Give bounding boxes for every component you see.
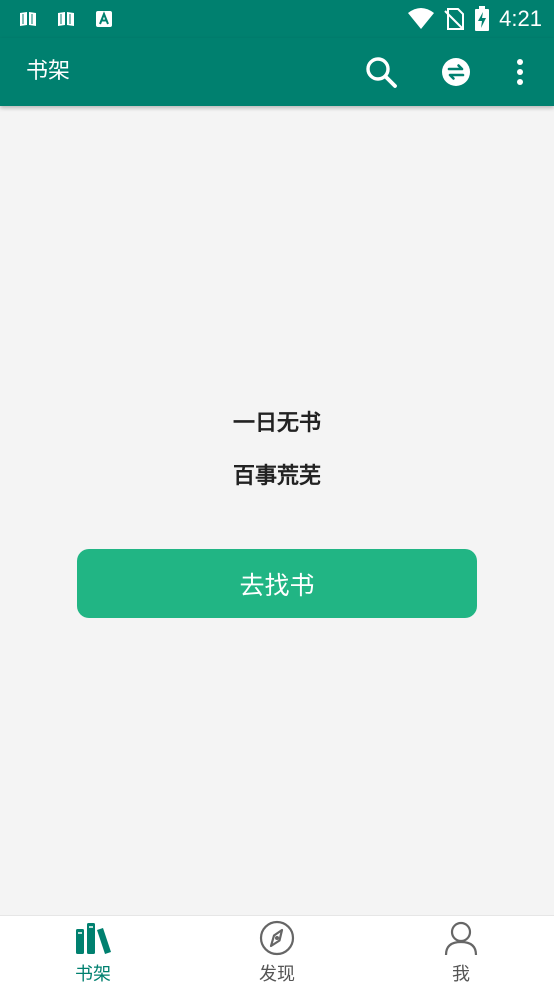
- find-books-label: 去找书: [239, 570, 315, 600]
- empty-state-line-1: 一日无书: [232, 411, 321, 436]
- nav-label-bookshelf: 书架: [75, 964, 111, 985]
- app-bar: 书架: [0, 38, 554, 106]
- nav-item-me[interactable]: 我: [401, 916, 521, 986]
- nav-item-bookshelf[interactable]: 书架: [33, 916, 153, 986]
- nav-label-discover: 发现: [259, 964, 295, 985]
- no-sim-icon: [444, 8, 465, 30]
- bookshelf-icon: [76, 923, 111, 954]
- text-notification-icon: [96, 11, 112, 27]
- battery-charging-icon: [475, 6, 490, 31]
- page-title: 书架: [26, 59, 71, 84]
- person-icon: [444, 921, 478, 956]
- sync-icon: [442, 58, 470, 86]
- empty-state-line-2: 百事荒芜: [232, 464, 321, 489]
- more-options-button[interactable]: [502, 54, 538, 90]
- bottom-navigation: 书架 发现 我: [0, 915, 554, 986]
- nav-label-me: 我: [452, 964, 470, 985]
- find-books-button[interactable]: 去找书: [77, 549, 477, 618]
- compass-icon: [259, 920, 295, 956]
- sync-button[interactable]: [438, 54, 474, 90]
- book-notification-icon: [20, 12, 36, 26]
- more-vert-icon: [517, 59, 523, 85]
- search-button[interactable]: [363, 54, 399, 90]
- wifi-icon: [408, 8, 435, 29]
- search-icon: [366, 57, 397, 88]
- status-bar: 4:21: [0, 0, 554, 38]
- status-time: 4:21: [499, 6, 542, 31]
- nav-item-discover[interactable]: 发现: [217, 916, 337, 986]
- book-notification-icon: [58, 12, 74, 26]
